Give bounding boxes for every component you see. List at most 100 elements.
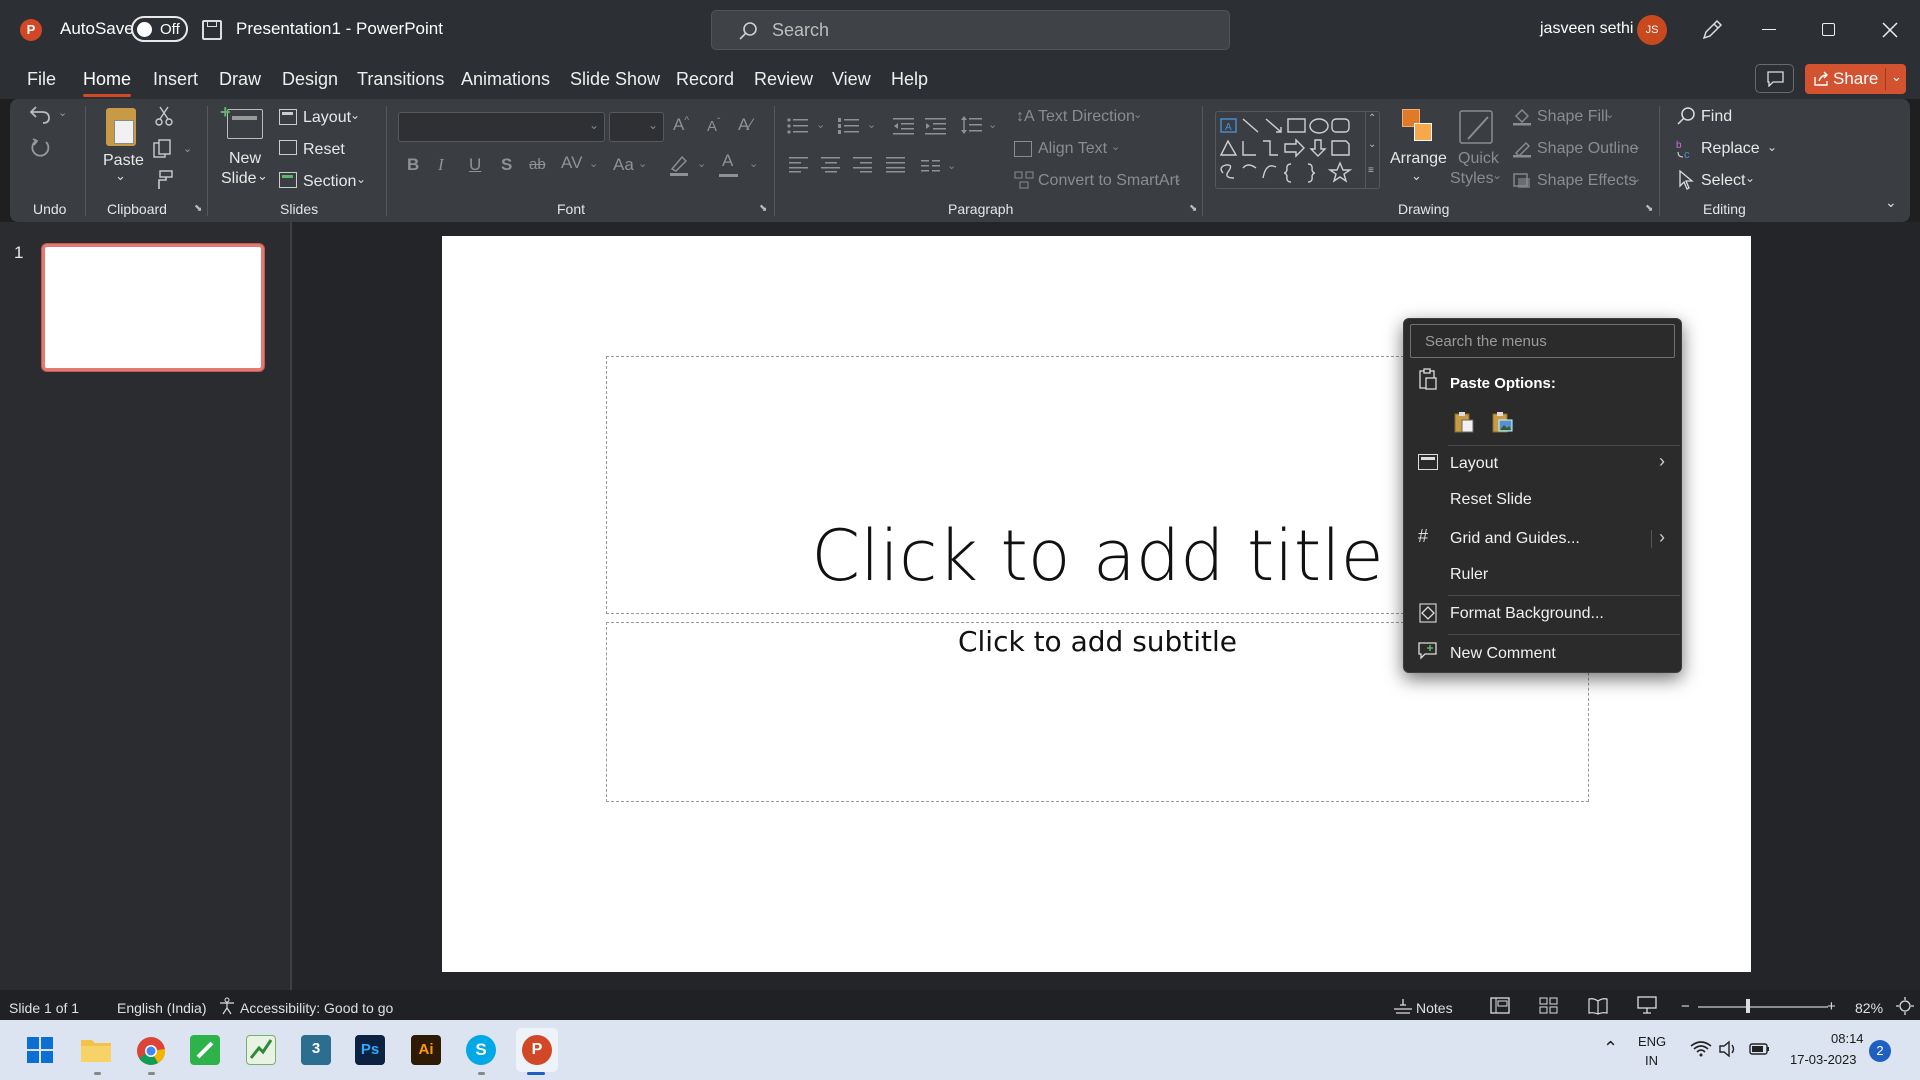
font-family-select[interactable]: ⌄	[398, 112, 605, 142]
language-indicator-line1[interactable]: ENG	[1638, 1034, 1666, 1049]
tab-home[interactable]: Home	[83, 69, 131, 90]
clear-formatting-icon[interactable]: A⁄	[738, 115, 752, 135]
quick-styles-dropdown-icon[interactable]: ⌄	[1492, 168, 1502, 182]
tab-design[interactable]: Design	[282, 69, 338, 90]
gallery-scroll[interactable]: ⌃ ⌄ ≡	[1365, 111, 1380, 189]
clock-date[interactable]: 17-03-2023	[1790, 1052, 1857, 1067]
shapes-gallery[interactable]: A	[1215, 111, 1380, 189]
section-dropdown-icon[interactable]: ⌄	[356, 172, 366, 186]
language-indicator-line2[interactable]: IN	[1645, 1053, 1658, 1068]
zoom-in-button[interactable]: +	[1827, 998, 1836, 1015]
new-slide-dropdown-icon[interactable]: ⌄	[257, 168, 268, 184]
shape-fill-button[interactable]: Shape Fill	[1537, 108, 1608, 126]
align-text-dropdown-icon[interactable]: ⌄	[1111, 140, 1120, 153]
3ds-max-icon[interactable]: 3	[301, 1035, 331, 1065]
battery-icon[interactable]	[1749, 1041, 1771, 1057]
paste-icon[interactable]	[106, 108, 136, 146]
copy-icon[interactable]	[153, 139, 175, 159]
paste-picture-icon[interactable]	[1490, 410, 1514, 434]
slide-sorter-icon[interactable]	[1539, 997, 1559, 1015]
character-spacing-button[interactable]: AV	[561, 153, 582, 173]
quick-styles-label-line2[interactable]: Styles	[1450, 170, 1494, 188]
align-text-button[interactable]: Align Text	[1038, 140, 1107, 158]
zoom-slider[interactable]	[1698, 1006, 1828, 1008]
convert-to-smartart-button[interactable]: Convert to SmartArt	[1038, 172, 1179, 190]
undo-icon[interactable]	[28, 105, 52, 125]
language-status[interactable]: English (India)	[117, 1000, 207, 1016]
cut-icon[interactable]	[155, 106, 173, 126]
font-size-select[interactable]: ⌄	[609, 112, 664, 142]
powerpoint-taskbar-icon[interactable]: P	[522, 1035, 552, 1065]
tab-animations[interactable]: Animations	[461, 69, 550, 90]
context-menu-item-layout[interactable]: Layout	[1450, 455, 1498, 473]
slideshow-view-icon[interactable]	[1637, 995, 1657, 1015]
dialog-launcher-icon[interactable]: ⬊	[194, 203, 202, 214]
undo-dropdown-icon[interactable]: ⌄	[58, 106, 67, 119]
new-slide-icon[interactable]: +	[220, 102, 263, 139]
text-direction-button[interactable]: Text Direction	[1038, 108, 1135, 126]
illustrator-icon[interactable]: Ai	[411, 1035, 441, 1065]
arrange-dropdown-icon[interactable]: ⌄	[1411, 168, 1422, 184]
restore-button[interactable]	[1822, 23, 1835, 36]
font-color-dropdown-icon[interactable]: ⌄	[749, 157, 758, 170]
chevron-down-icon[interactable]: ⌄	[1891, 69, 1902, 85]
pen-icon[interactable]	[1700, 18, 1724, 42]
fit-to-window-icon[interactable]	[1895, 996, 1915, 1016]
decrease-indent-icon[interactable]	[893, 117, 915, 135]
search-box[interactable]: Search	[711, 10, 1230, 50]
numbering-dropdown-icon[interactable]: ⌄	[867, 118, 876, 131]
context-menu-item-new-comment[interactable]: New Comment	[1450, 645, 1556, 663]
wifi-icon[interactable]	[1690, 1040, 1712, 1058]
avatar[interactable]: JS	[1637, 15, 1667, 45]
normal-view-icon[interactable]	[1490, 997, 1510, 1015]
dialog-launcher-icon[interactable]: ⬊	[759, 203, 767, 214]
align-right-icon[interactable]	[853, 157, 873, 173]
align-center-icon[interactable]	[821, 157, 841, 173]
app-green-icon[interactable]	[190, 1035, 220, 1065]
select-button[interactable]: Select	[1701, 172, 1745, 190]
tab-slide-show[interactable]: Slide Show	[570, 69, 660, 90]
line-spacing-icon[interactable]	[961, 115, 983, 135]
change-case-button[interactable]: Aa	[613, 155, 634, 175]
paste-keep-formatting-icon[interactable]	[1452, 410, 1476, 434]
clock-time[interactable]: 08:14	[1831, 1031, 1864, 1046]
app-sheets-icon[interactable]	[246, 1035, 276, 1065]
new-slide-label-line2[interactable]: Slide	[221, 170, 257, 188]
format-painter-icon[interactable]	[154, 170, 174, 190]
change-case-dropdown-icon[interactable]: ⌄	[638, 157, 647, 170]
arrange-button[interactable]: Arrange	[1390, 150, 1447, 168]
zoom-out-button[interactable]: −	[1681, 998, 1690, 1015]
increase-font-size-icon[interactable]: A^	[673, 115, 689, 135]
bullets-icon[interactable]	[787, 117, 809, 135]
tab-insert[interactable]: Insert	[153, 69, 198, 90]
chrome-icon[interactable]	[136, 1036, 166, 1066]
quick-styles-icon[interactable]	[1458, 107, 1496, 147]
skype-icon[interactable]: S	[466, 1035, 496, 1065]
bullets-dropdown-icon[interactable]: ⌄	[816, 118, 825, 131]
context-menu-item-reset-slide[interactable]: Reset Slide	[1450, 491, 1532, 509]
copy-dropdown-icon[interactable]: ⌄	[183, 142, 192, 155]
text-shadow-button[interactable]: S	[501, 155, 512, 175]
replace-button[interactable]: Replace	[1701, 140, 1760, 158]
tab-help[interactable]: Help	[891, 69, 928, 90]
slide-thumbnail[interactable]	[42, 244, 264, 371]
shape-fill-dropdown-icon[interactable]: ⌄	[1605, 108, 1614, 121]
context-menu-search-input[interactable]: Search the menus	[1410, 324, 1675, 358]
character-spacing-dropdown-icon[interactable]: ⌄	[589, 157, 598, 170]
accessibility-status[interactable]: Accessibility: Good to go	[240, 1000, 393, 1016]
italic-button[interactable]: I	[438, 155, 444, 175]
select-dropdown-icon[interactable]: ⌄	[1745, 171, 1755, 185]
layout-dropdown-icon[interactable]: ⌄	[350, 108, 360, 122]
text-direction-dropdown-icon[interactable]: ⌄	[1133, 108, 1142, 121]
shape-outline-button[interactable]: Shape Outline	[1537, 140, 1638, 158]
replace-dropdown-icon[interactable]: ⌄	[1767, 140, 1777, 154]
line-spacing-dropdown-icon[interactable]: ⌄	[988, 118, 997, 131]
quick-styles-label-line1[interactable]: Quick	[1458, 150, 1499, 168]
highlight-dropdown-icon[interactable]: ⌄	[697, 157, 706, 170]
comments-button[interactable]	[1755, 64, 1794, 93]
chevron-right-icon[interactable]: ›	[1659, 527, 1665, 548]
decrease-font-size-icon[interactable]: Aˇ	[707, 117, 720, 135]
volume-icon[interactable]	[1718, 1040, 1738, 1058]
font-color-icon[interactable]: A	[722, 151, 733, 171]
tab-draw[interactable]: Draw	[219, 69, 261, 90]
